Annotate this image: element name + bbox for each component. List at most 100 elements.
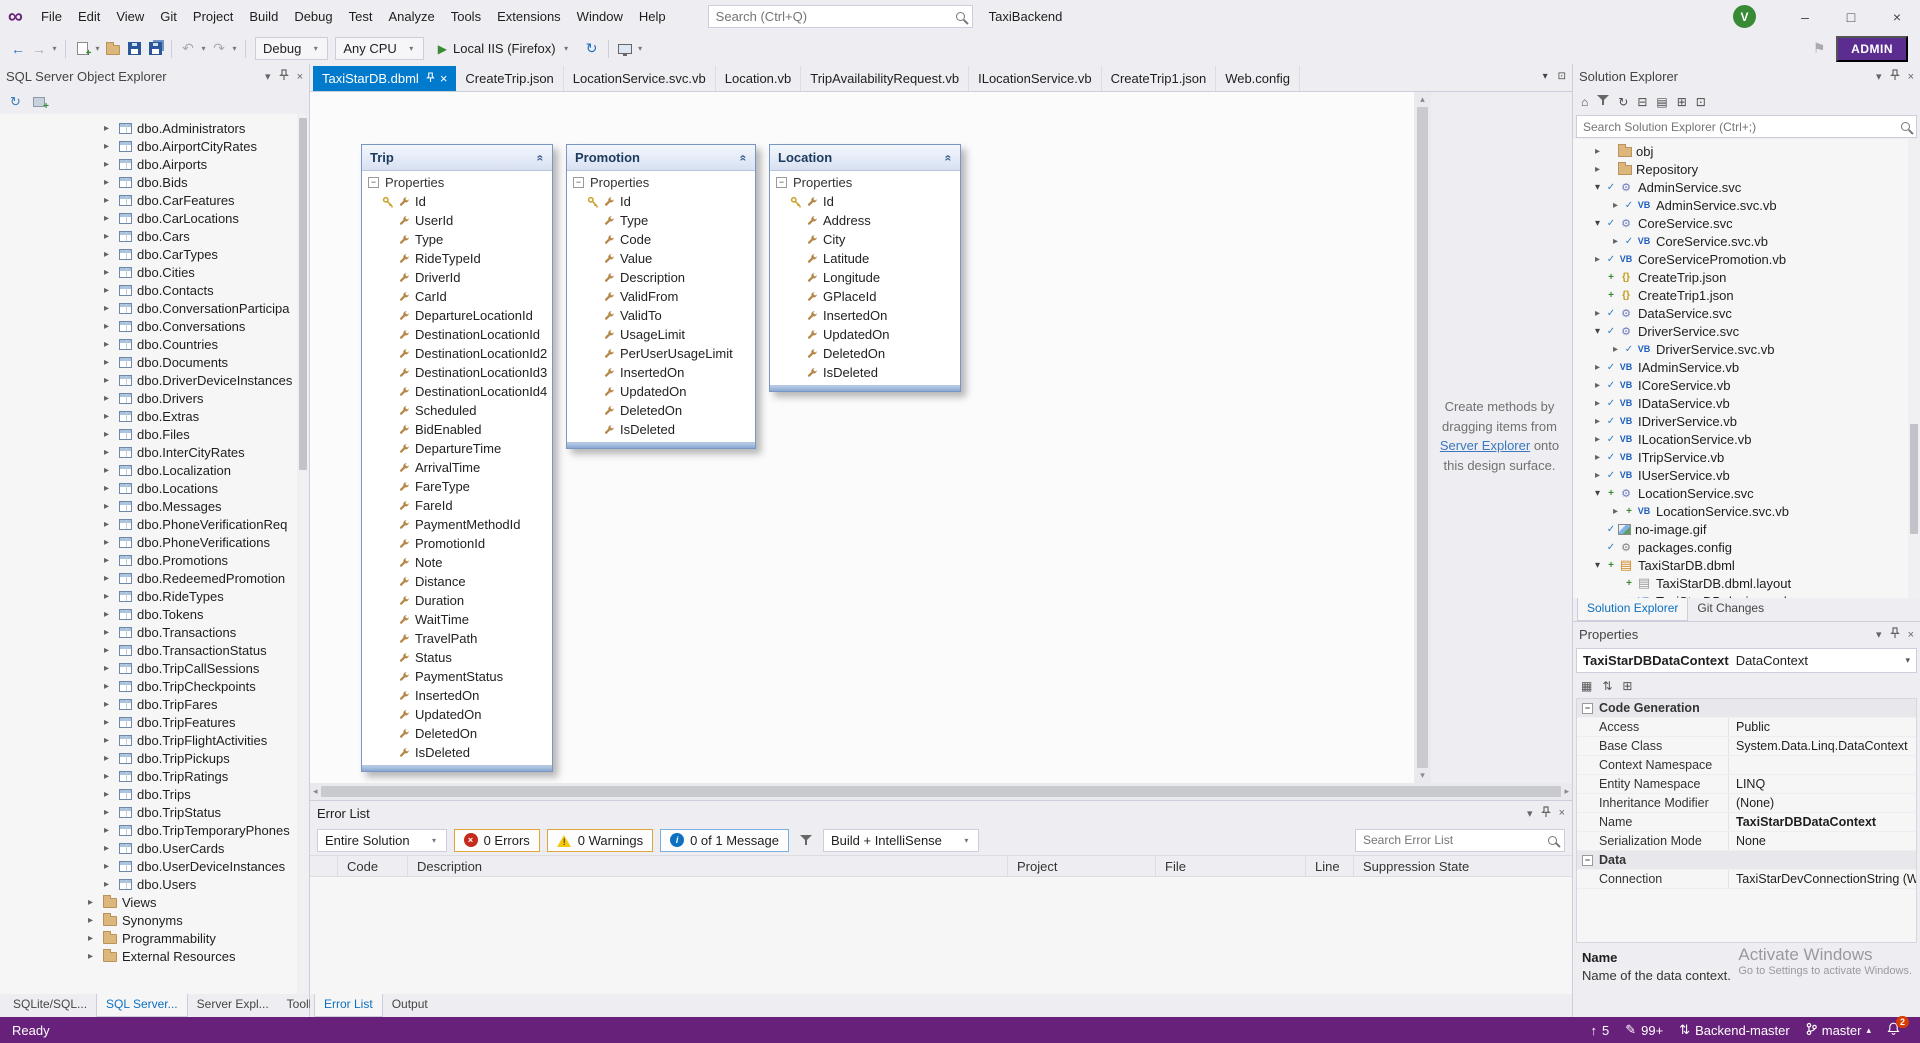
warnings-filter-button[interactable]: 0 Warnings [546,828,654,852]
expander-icon[interactable] [104,231,114,242]
solution-explorer-item[interactable]: packages.config [1573,538,1920,556]
expander-icon[interactable] [1595,488,1605,499]
monitor-dropdown-icon[interactable]: ▾ [636,44,645,53]
sql-tree-scrollbar[interactable] [297,114,309,994]
menu-item[interactable]: Extensions [489,2,569,31]
sql-table-item[interactable]: dbo.Localization [0,461,309,479]
entity-header[interactable]: Location « [770,145,960,171]
expander-icon[interactable] [104,465,114,476]
solution-explorer-item[interactable]: TaxiStarDB.dbml [1573,556,1920,574]
menu-item[interactable]: Tools [443,2,489,31]
sql-folder-item[interactable]: Programmability [0,929,309,947]
column-header[interactable]: Description [408,856,1008,876]
solution-explorer-item[interactable]: TaxiStarDB.dbml.layout [1573,574,1920,592]
panel-menu-icon[interactable]: ▾ [1527,807,1533,820]
expander-icon[interactable] [104,807,114,818]
refresh-icon[interactable]: ↻ [10,94,21,110]
entity-property-row[interactable]: Value [567,249,755,268]
expander-icon[interactable] [104,717,114,728]
solution-explorer-item[interactable]: TaxiStarDB.designer.vb [1573,592,1920,599]
filter-icon[interactable] [1597,94,1610,109]
entity-property-row[interactable]: DepartureLocationId [362,306,552,325]
expander-icon[interactable] [104,537,114,548]
property-value[interactable]: Public [1729,718,1916,736]
properties-section-header[interactable]: − Properties [362,171,552,192]
entity-property-row[interactable]: FareId [362,496,552,515]
entity-property-row[interactable]: Code [567,230,755,249]
entity-property-row[interactable]: Latitude [770,249,960,268]
tool-window-tab[interactable]: Output [383,994,437,1017]
collapse-card-icon[interactable]: « [942,154,956,161]
collapse-section-icon[interactable]: − [368,177,379,188]
entity-property-row[interactable]: IsDeleted [770,363,960,382]
extension-flag-icon[interactable]: ⚑ [1809,38,1829,60]
property-grid-row[interactable]: Access Public [1577,718,1916,737]
scroll-right-icon[interactable]: ▸ [1564,786,1569,797]
save-all-icon[interactable] [145,38,165,60]
entity-header[interactable]: Trip « [362,145,552,171]
expander-icon[interactable] [1595,182,1605,193]
tool-window-tab[interactable]: Error List [314,994,383,1017]
entity-property-row[interactable]: IsDeleted [567,420,755,439]
column-header[interactable]: Code [338,856,408,876]
collapse-section-icon[interactable]: − [573,177,584,188]
expander-icon[interactable] [1613,596,1623,599]
menu-item[interactable]: Test [341,2,381,31]
navigate-forward-icon[interactable]: → [29,38,49,60]
expander-icon[interactable] [104,213,114,224]
start-debugging-button[interactable]: ▶ Local IIS (Firefox) ▾ [430,37,579,61]
sql-table-item[interactable]: dbo.Cities [0,263,309,281]
solution-explorer-item[interactable]: AdminService.svc [1573,178,1920,196]
entity-property-row[interactable]: Duration [362,591,552,610]
entity-property-row[interactable]: Type [362,230,552,249]
solution-explorer-item[interactable]: ICoreService.vb [1573,376,1920,394]
sql-table-item[interactable]: dbo.PhoneVerifications [0,533,309,551]
repository-button[interactable]: ⇅ Backend-master [1679,1022,1790,1038]
collapse-card-icon[interactable]: « [534,154,548,161]
sql-table-item[interactable]: dbo.Bids [0,173,309,191]
solution-explorer-item[interactable]: Repository [1573,160,1920,178]
expander-icon[interactable] [1595,308,1605,319]
panel-menu-icon[interactable]: ▾ [1876,70,1882,83]
sql-table-item[interactable]: dbo.Locations [0,479,309,497]
property-value[interactable] [1729,756,1916,774]
expander-icon[interactable] [104,321,114,332]
add-sql-server-icon[interactable] [32,96,49,112]
sql-table-item[interactable]: dbo.Transactions [0,623,309,641]
home-icon[interactable]: ⌂ [1581,95,1588,109]
menu-item[interactable]: Debug [286,2,340,31]
save-icon[interactable] [124,38,144,60]
navigation-dropdown-icon[interactable]: ▾ [50,44,59,53]
property-value[interactable]: None [1729,832,1916,850]
sql-table-item[interactable]: dbo.Airports [0,155,309,173]
expander-icon[interactable] [104,123,114,134]
selected-object-dropdown[interactable]: TaxiStarDBDataContext DataContext ▾ [1576,648,1917,673]
column-header[interactable]: Project [1008,856,1156,876]
expander-icon[interactable] [104,375,114,386]
sql-table-item[interactable]: dbo.Drivers [0,389,309,407]
error-list-body[interactable] [310,877,1572,994]
solution-explorer-item[interactable]: DataService.svc [1573,304,1920,322]
expander-icon[interactable] [104,285,114,296]
menu-item[interactable]: View [108,2,152,31]
new-project-icon[interactable] [72,38,92,60]
alphabetical-icon[interactable]: ⇅ [1602,679,1612,693]
undo-icon[interactable]: ↶ [178,38,198,60]
entity-property-row[interactable]: UpdatedOn [567,382,755,401]
pin-icon[interactable] [1889,627,1900,642]
expander-icon[interactable] [104,591,114,602]
user-avatar[interactable]: V [1733,5,1756,28]
refresh-icon[interactable]: ↻ [582,38,602,60]
sql-table-item[interactable]: dbo.TripFares [0,695,309,713]
build-filter-select[interactable]: Build + IntelliSense ▾ [822,828,979,852]
solution-explorer-item[interactable]: CoreService.svc.vb [1573,232,1920,250]
expander-icon[interactable] [104,483,114,494]
entity-property-row[interactable]: PerUserUsageLimit [567,344,755,363]
expander-icon[interactable] [104,573,114,584]
solution-search-box[interactable] [1576,115,1917,138]
design-surface[interactable]: Trip « − Properties Id UserId Type RideT… [310,92,1414,783]
scroll-up-icon[interactable]: ▴ [1420,94,1425,105]
open-file-icon[interactable] [103,38,123,60]
category-row[interactable]: − Code Generation [1577,699,1916,718]
entity-property-row[interactable]: UserId [362,211,552,230]
